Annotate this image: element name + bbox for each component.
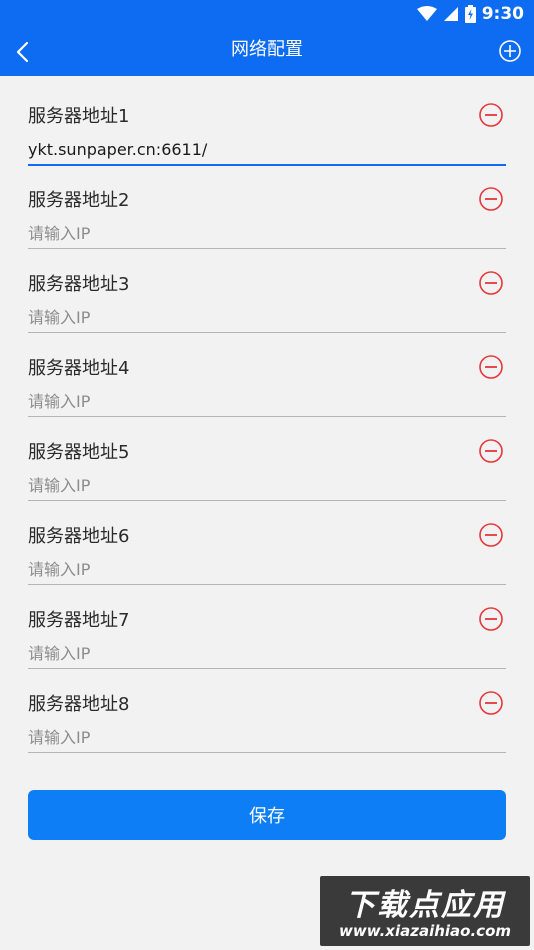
remove-server-button[interactable] (478, 522, 504, 548)
remove-server-button[interactable] (478, 690, 504, 716)
input-underline (28, 752, 506, 753)
app-header: 9:30 网络配置 (0, 0, 534, 76)
minus-circle-icon (479, 607, 503, 631)
input-underline (28, 248, 506, 249)
watermark-logo: 下载点应用 www.xiazaihiao.com (320, 876, 530, 946)
field-label: 服务器地址7 (28, 610, 130, 631)
minus-circle-icon (479, 187, 503, 211)
input-underline (28, 332, 506, 333)
input-underline (28, 416, 506, 417)
server-address-input[interactable] (28, 220, 506, 246)
server-address-input[interactable] (28, 640, 506, 666)
remove-server-button[interactable] (478, 606, 504, 632)
server-field-5: 服务器地址5 (28, 432, 506, 516)
field-label: 服务器地址8 (28, 694, 130, 715)
minus-circle-icon (479, 355, 503, 379)
wifi-icon (416, 6, 437, 21)
server-field-1: 服务器地址1 (28, 96, 506, 180)
field-label: 服务器地址2 (28, 190, 130, 211)
minus-circle-icon (479, 271, 503, 295)
server-field-8: 服务器地址8 (28, 684, 506, 768)
server-address-input[interactable] (28, 556, 506, 582)
server-field-7: 服务器地址7 (28, 600, 506, 684)
plus-circle-icon (499, 40, 521, 62)
minus-circle-icon (479, 691, 503, 715)
field-label: 服务器地址5 (28, 442, 130, 463)
watermark-url: www.xiazaihiao.com (338, 922, 512, 940)
navigation-bar: 网络配置 (0, 28, 534, 76)
battery-charging-icon (464, 5, 476, 23)
signal-icon (443, 7, 458, 21)
server-field-6: 服务器地址6 (28, 516, 506, 600)
field-label: 服务器地址4 (28, 358, 130, 379)
remove-server-button[interactable] (478, 270, 504, 296)
input-underline (28, 668, 506, 669)
server-address-input[interactable] (28, 136, 506, 162)
minus-circle-icon (479, 439, 503, 463)
add-server-button[interactable] (498, 39, 522, 63)
page-title: 网络配置 (231, 39, 303, 60)
remove-server-button[interactable] (478, 102, 504, 128)
input-underline (28, 584, 506, 585)
minus-circle-icon (479, 523, 503, 547)
server-field-3: 服务器地址3 (28, 264, 506, 348)
server-field-2: 服务器地址2 (28, 180, 506, 264)
field-label: 服务器地址6 (28, 526, 130, 547)
watermark-title: 下载点应用 (345, 888, 505, 923)
save-button[interactable]: 保存 (28, 790, 506, 840)
remove-server-button[interactable] (478, 186, 504, 212)
minus-circle-icon (479, 103, 503, 127)
remove-server-button[interactable] (478, 354, 504, 380)
server-address-input[interactable] (28, 472, 506, 498)
status-bar: 9:30 (0, 0, 534, 28)
server-address-input[interactable] (28, 388, 506, 414)
field-label: 服务器地址1 (28, 106, 130, 127)
server-address-input[interactable] (28, 304, 506, 330)
status-time: 9:30 (481, 4, 524, 24)
server-field-4: 服务器地址4 (28, 348, 506, 432)
input-underline (28, 500, 506, 501)
remove-server-button[interactable] (478, 438, 504, 464)
field-label: 服务器地址3 (28, 274, 130, 295)
server-address-input[interactable] (28, 724, 506, 750)
input-underline (28, 164, 506, 166)
